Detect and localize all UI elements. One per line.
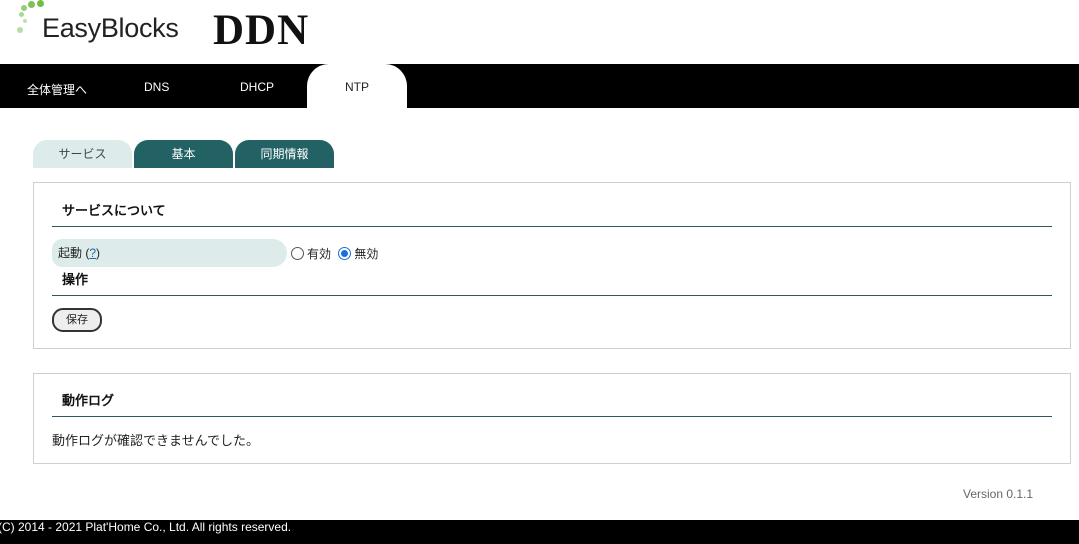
log-panel: 動作ログ 動作ログが確認できませんでした。 bbox=[33, 373, 1071, 464]
tab-label: サービス bbox=[58, 147, 107, 161]
tab-sync-info[interactable]: 同期情報 bbox=[235, 140, 334, 168]
version-text: Version 0.1.1 bbox=[963, 487, 1034, 501]
brand-title: DDN bbox=[213, 7, 310, 54]
operation-section-title: 操作 bbox=[52, 270, 1052, 296]
tab-basic[interactable]: 基本 bbox=[134, 140, 233, 168]
header: EasyBlocks DDN bbox=[0, 0, 1079, 64]
disable-label: 無効 bbox=[354, 247, 379, 261]
service-panel: サービスについて 起動 (?) 有効 無効 操作 保存 bbox=[33, 182, 1071, 349]
nav-item-dns[interactable]: DNS bbox=[110, 64, 205, 108]
tab-label: 同期情報 bbox=[260, 147, 309, 161]
startup-label-text: 起動 bbox=[58, 246, 83, 260]
main-nav: 全体管理へ DNS DHCP NTP bbox=[0, 64, 1079, 108]
easyblocks-logo[interactable]: EasyBlocks bbox=[14, 0, 189, 50]
nav-item-dhcp[interactable]: DHCP bbox=[205, 64, 307, 108]
tab-service[interactable]: サービス bbox=[33, 140, 132, 168]
disable-radio[interactable] bbox=[338, 247, 352, 260]
nav-item-label: DHCP bbox=[240, 80, 275, 94]
footer: (C) 2014 - 2021 Plat'Home Co., Ltd. All … bbox=[0, 520, 1079, 544]
save-button[interactable]: 保存 bbox=[52, 308, 102, 332]
nav-item-label: NTP bbox=[345, 80, 369, 94]
enable-radio[interactable] bbox=[291, 247, 304, 260]
nav-item-label: 全体管理へ bbox=[27, 83, 88, 97]
startup-radio-group: 有効 無効 bbox=[291, 245, 378, 262]
copyright-text: (C) 2014 - 2021 Plat'Home Co., Ltd. All … bbox=[0, 520, 292, 534]
enable-label: 有効 bbox=[307, 247, 332, 261]
tab-label: 基本 bbox=[171, 147, 196, 161]
startup-label: 起動 (?) bbox=[52, 239, 287, 267]
service-section-title: サービスについて bbox=[52, 201, 1052, 227]
logo-text: EasyBlocks bbox=[42, 13, 179, 43]
nav-item-label: DNS bbox=[144, 80, 170, 94]
log-message: 動作ログが確認できませんでした。 bbox=[52, 433, 259, 448]
nav-item-ntp[interactable]: NTP bbox=[307, 64, 407, 108]
log-section-title: 動作ログ bbox=[52, 391, 1052, 417]
nav-item-overall[interactable]: 全体管理へ bbox=[0, 64, 110, 108]
help-link[interactable]: ? bbox=[89, 246, 96, 260]
